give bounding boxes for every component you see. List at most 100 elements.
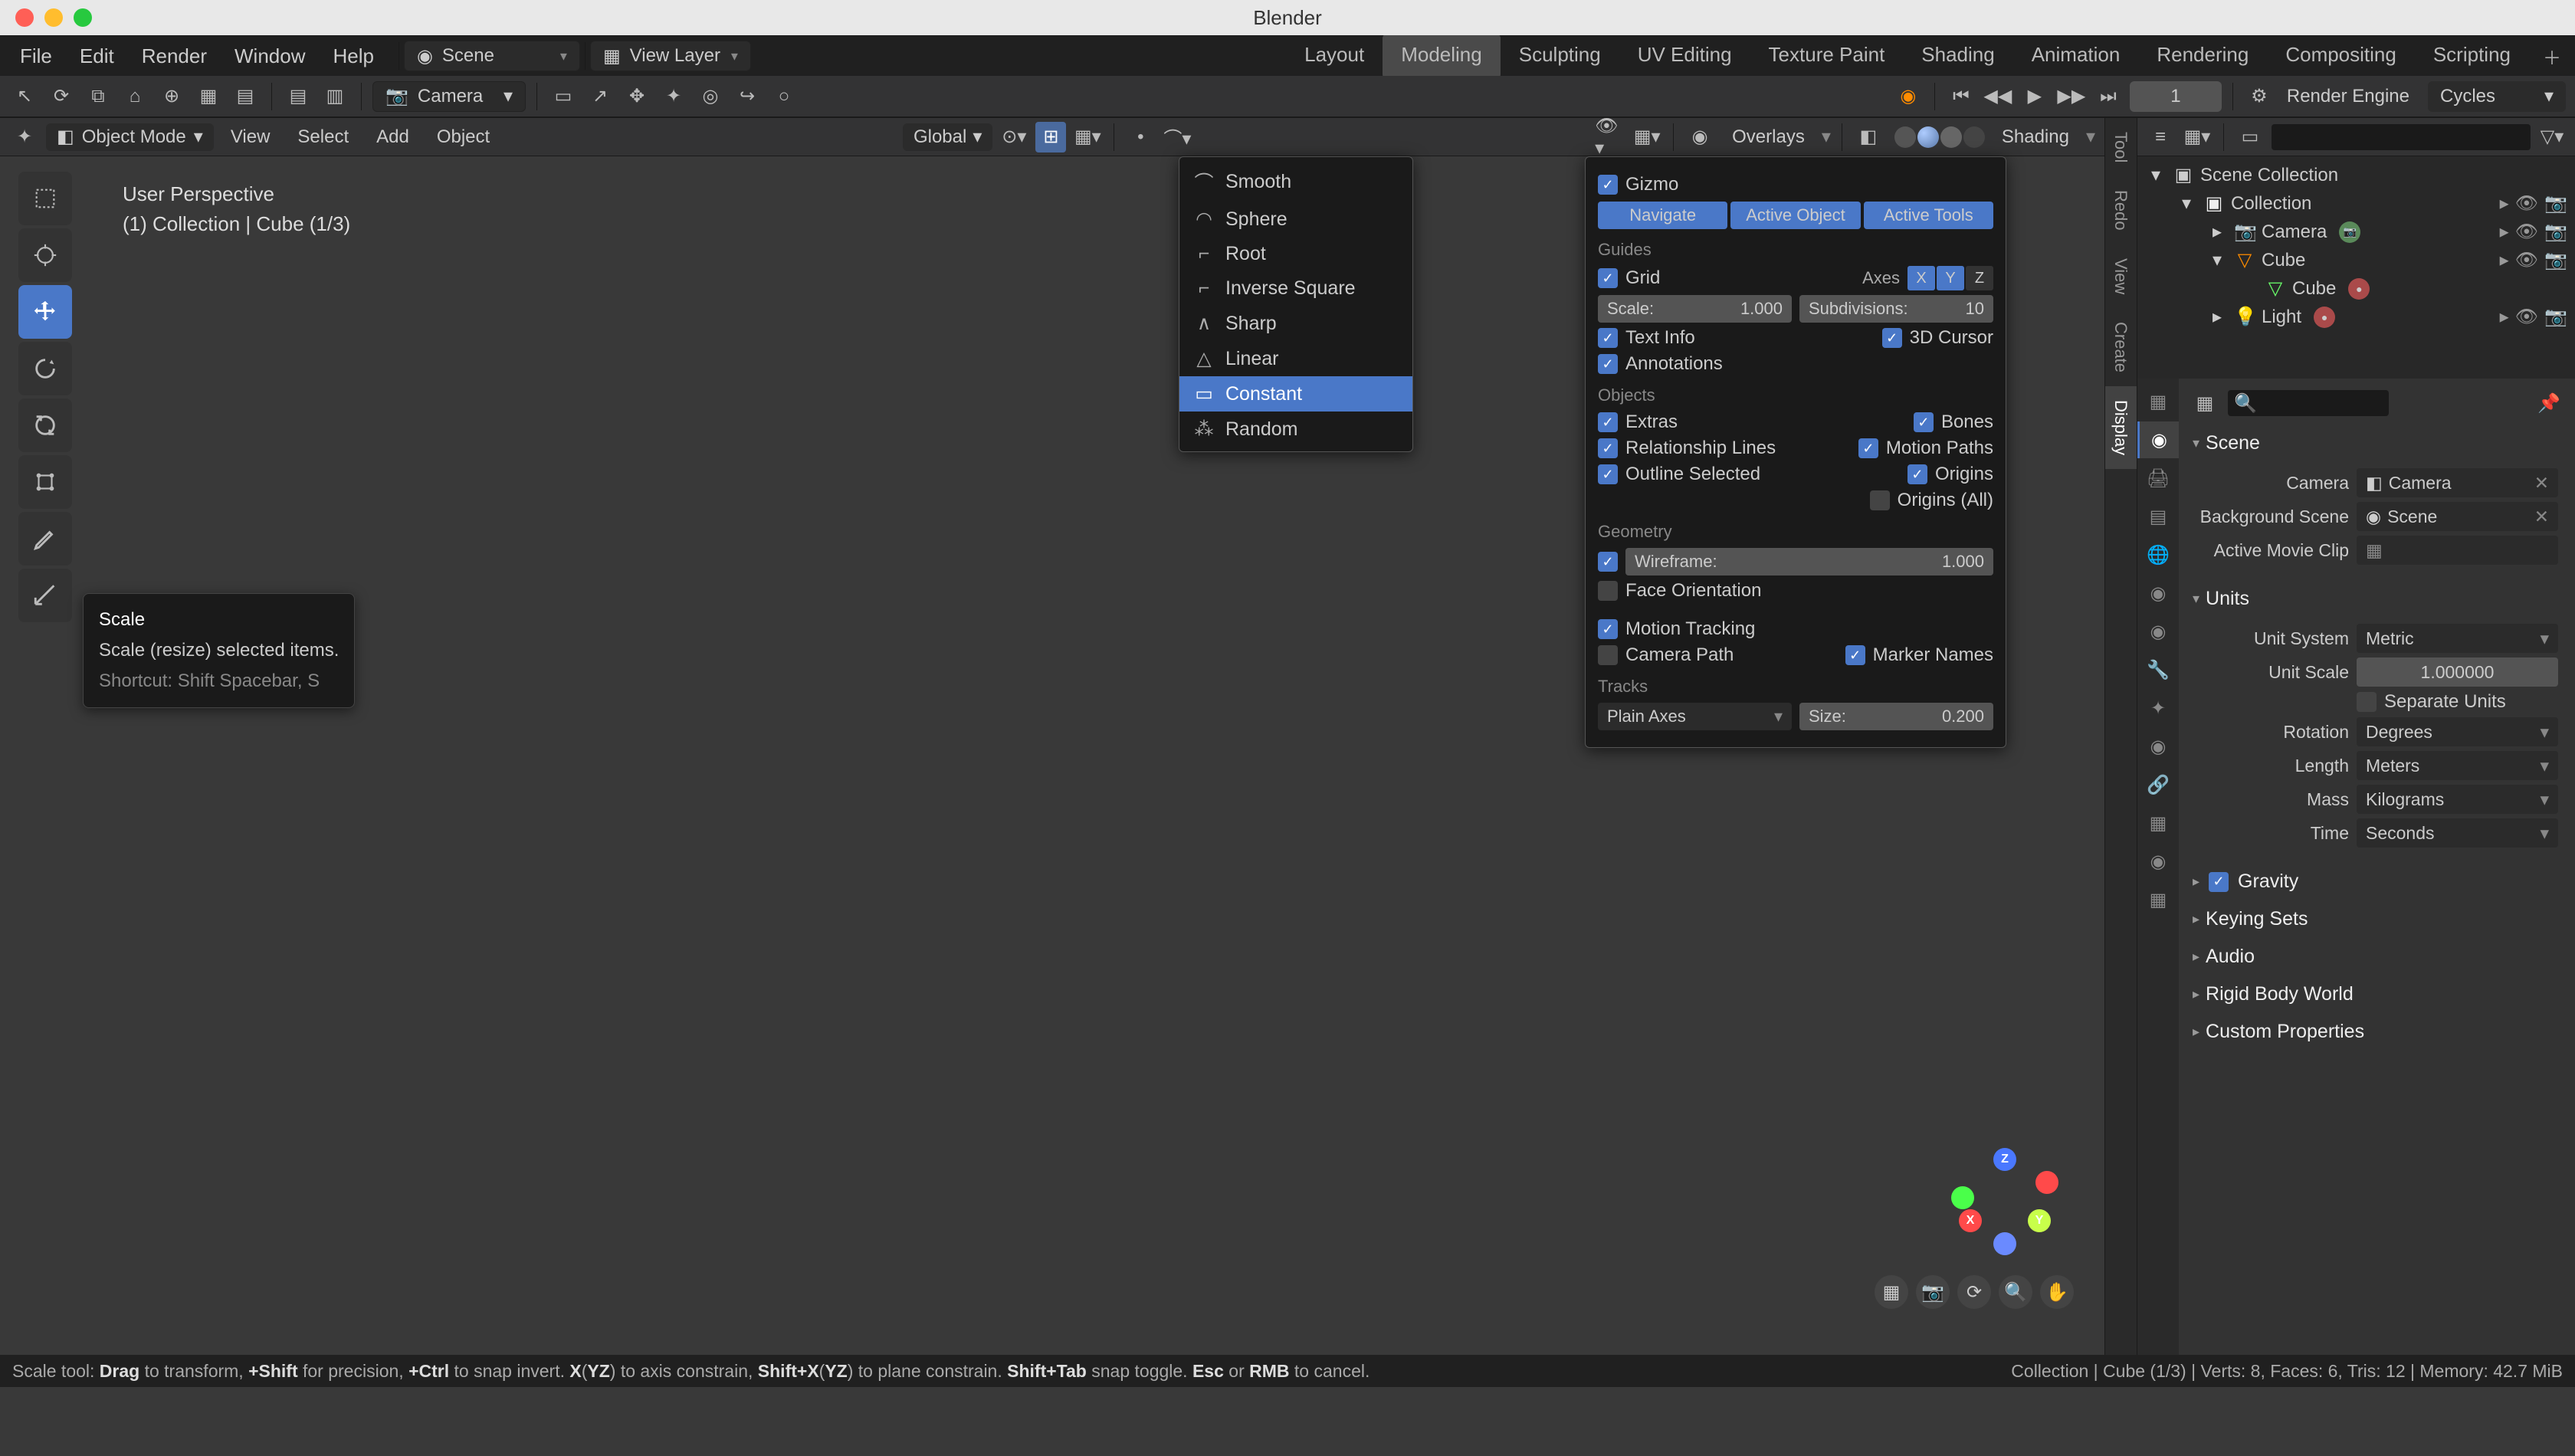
unitscale-input[interactable]: 1.000000 xyxy=(2357,657,2558,687)
panel-gravity-header[interactable]: ▸✓Gravity xyxy=(2190,864,2564,899)
mtrack-checkbox[interactable]: ✓ xyxy=(1598,619,1618,639)
grid-checkbox[interactable]: ✓ xyxy=(1598,268,1618,288)
jump-end-icon[interactable]: ⏭ xyxy=(2093,81,2124,112)
camera-icon[interactable]: ⌂ xyxy=(120,81,150,112)
target-icon[interactable]: ◎ xyxy=(695,81,726,112)
falloff-linear[interactable]: △Linear xyxy=(1179,341,1412,376)
axis-z-pos[interactable]: Z xyxy=(1993,1148,2016,1171)
outliner-search[interactable] xyxy=(2272,124,2531,150)
sidetab-display[interactable]: Display xyxy=(2105,386,2137,469)
sidetab-redo[interactable]: Redo xyxy=(2105,176,2137,244)
axis-y-neg[interactable] xyxy=(1951,1186,1974,1209)
snap-icon[interactable]: ✦ xyxy=(658,81,689,112)
falloff-sharp[interactable]: ∧Sharp xyxy=(1179,306,1412,341)
play-icon[interactable]: ▶ xyxy=(2019,81,2050,112)
extras-checkbox[interactable]: ✓ xyxy=(1598,412,1618,432)
mode-selector[interactable]: ◧ Object Mode ▾ xyxy=(46,123,214,151)
jump-start-icon[interactable]: ⏮ xyxy=(1946,81,1976,112)
menu-render[interactable]: Render xyxy=(128,38,221,74)
overlays-dropdown[interactable]: Overlays xyxy=(1721,122,1816,152)
tree-cube[interactable]: ▾▽ Cube ▸👁📷 xyxy=(2137,246,2575,274)
nav-refresh-icon[interactable]: ⟳ xyxy=(1957,1275,1991,1309)
rotation-select[interactable]: Degrees▾ xyxy=(2357,717,2558,746)
copy-icon[interactable]: ⧉ xyxy=(83,81,113,112)
light-data-icon[interactable]: ● xyxy=(2314,307,2335,328)
unitsystem-select[interactable]: Metric▾ xyxy=(2357,624,2558,653)
grid-subdiv-input[interactable]: Subdivisions:10 xyxy=(1799,295,1993,323)
bg-scene-field[interactable]: ◉Scene✕ xyxy=(2357,502,2558,531)
length-select[interactable]: Meters▾ xyxy=(2357,751,2558,780)
add-workspace-button[interactable]: ＋ xyxy=(2529,34,2575,79)
transform-tool[interactable] xyxy=(18,455,72,509)
proptab-constraints[interactable]: 🔗 xyxy=(2137,766,2179,803)
proptab-texture[interactable]: ▦ xyxy=(2137,881,2179,918)
render-icon[interactable]: 📷 xyxy=(2544,192,2567,215)
tree-light[interactable]: ▸💡 Light ● ▸👁📷 xyxy=(2137,303,2575,331)
close-window-button[interactable] xyxy=(15,8,34,27)
move-icon[interactable]: ✥ xyxy=(622,81,652,112)
nav-pan-icon[interactable]: ✋ xyxy=(2040,1275,2074,1309)
gizmo-activeobj-btn[interactable]: Active Object xyxy=(1730,202,1860,229)
axis-x-neg[interactable] xyxy=(2035,1171,2058,1194)
sidetab-view[interactable]: View xyxy=(2105,244,2137,308)
cursor3d-checkbox[interactable]: ✓ xyxy=(1882,328,1902,348)
originsall-checkbox[interactable] xyxy=(1870,490,1890,510)
render-engine-selector[interactable]: Cycles ▾ xyxy=(2428,81,2566,112)
tab-layout[interactable]: Layout xyxy=(1286,34,1383,79)
proptab-object[interactable]: ◉ xyxy=(2137,613,2179,650)
globe-icon[interactable]: ⊕ xyxy=(156,81,187,112)
annot-checkbox[interactable]: ✓ xyxy=(1598,354,1618,374)
mass-select[interactable]: Kilograms▾ xyxy=(2357,785,2558,814)
outliner-display-icon[interactable]: ▦▾ xyxy=(2182,122,2213,152)
scale-tool[interactable] xyxy=(18,398,72,452)
time-select[interactable]: Seconds▾ xyxy=(2357,818,2558,848)
outliner-new-icon[interactable]: ▭ xyxy=(2235,122,2265,152)
gizmo-checkbox[interactable]: ✓ xyxy=(1598,175,1618,195)
outliner-filter-icon[interactable]: ▽▾ xyxy=(2537,122,2567,152)
axis-x-toggle[interactable]: X xyxy=(1907,266,1935,290)
tab-rendering[interactable]: Rendering xyxy=(2138,34,2267,79)
gizmo-navigate-btn[interactable]: Navigate xyxy=(1598,202,1727,229)
pivot-icon[interactable]: ⊙▾ xyxy=(999,122,1029,152)
tree-camera[interactable]: ▸📷 Camera 📷 ▸👁📷 xyxy=(2137,218,2575,246)
gear-icon[interactable]: ⚙ xyxy=(2244,81,2275,112)
prop-edit-falloff-icon[interactable]: ⌒▾ xyxy=(1162,122,1192,152)
overlays-icon[interactable]: ◉ xyxy=(1684,122,1715,152)
arrow2-icon[interactable]: ↪ xyxy=(732,81,763,112)
camera-selector[interactable]: 📷 Camera ▾ xyxy=(372,81,526,112)
mpaths-checkbox[interactable]: ✓ xyxy=(1858,438,1878,458)
xray-icon[interactable]: ◧ xyxy=(1853,122,1884,152)
shading-rendered[interactable] xyxy=(1963,126,1985,148)
vp-menu-select[interactable]: Select xyxy=(287,122,359,152)
snap-toggle[interactable]: ⊞ xyxy=(1035,122,1066,152)
mnames-checkbox[interactable]: ✓ xyxy=(1845,645,1865,665)
cpath-checkbox[interactable] xyxy=(1598,645,1618,665)
shading-wireframe[interactable] xyxy=(1894,126,1916,148)
viewlayer-selector[interactable]: ▦ View Layer ▾ xyxy=(590,41,751,71)
bones-checkbox[interactable]: ✓ xyxy=(1914,412,1934,432)
panel-units-header[interactable]: ▾Units xyxy=(2190,582,2564,616)
panel-keyingsets-header[interactable]: ▸Keying Sets xyxy=(2190,902,2564,936)
select-box-tool[interactable] xyxy=(18,172,72,225)
maximize-window-button[interactable] xyxy=(74,8,92,27)
restrict-select-icon[interactable]: ▸ xyxy=(2500,192,2509,215)
nav-camera-icon[interactable]: 📷 xyxy=(1916,1275,1950,1309)
proptab-data[interactable]: ▦ xyxy=(2137,805,2179,841)
prev-keyframe-icon[interactable]: ◀◀ xyxy=(1983,81,2013,112)
proptab-material[interactable]: ◉ xyxy=(2137,843,2179,880)
proptab-modifier[interactable]: 🔧 xyxy=(2137,651,2179,688)
axis-x-pos[interactable]: X xyxy=(1959,1209,1982,1232)
tab-animation[interactable]: Animation xyxy=(2013,34,2139,79)
panel-rigidbody-header[interactable]: ▸Rigid Body World xyxy=(2190,977,2564,1012)
falloff-smooth[interactable]: ⌒Smooth xyxy=(1179,162,1412,202)
rotate-tool[interactable] xyxy=(18,342,72,395)
refresh-icon[interactable]: ⟳ xyxy=(46,81,77,112)
tree-cube-mesh[interactable]: ▽ Cube ● xyxy=(2137,274,2575,303)
proptab-world[interactable]: 🌐 xyxy=(2137,536,2179,573)
axis-z-neg[interactable] xyxy=(1993,1232,2016,1255)
move-tool[interactable] xyxy=(18,285,72,339)
falloff-random[interactable]: ⁂Random xyxy=(1179,412,1412,447)
origins-checkbox[interactable]: ✓ xyxy=(1907,464,1927,484)
grid-scale-input[interactable]: Scale:1.000 xyxy=(1598,295,1792,323)
outliner-editor-icon[interactable]: ≡ xyxy=(2145,122,2176,152)
